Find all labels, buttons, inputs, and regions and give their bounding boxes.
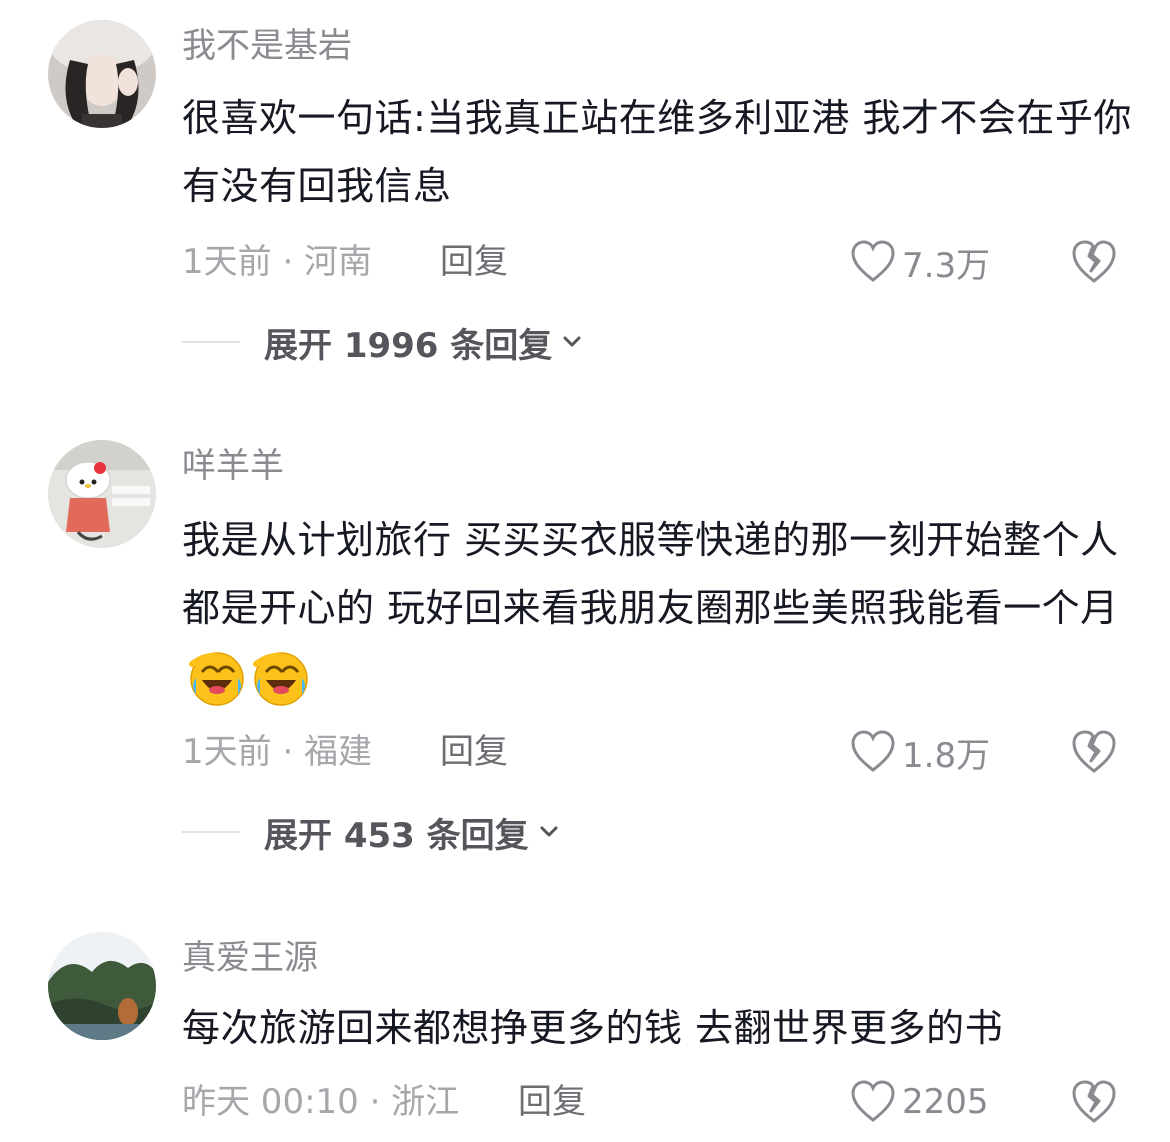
- dislike-button[interactable]: [1070, 238, 1118, 286]
- comment-text: 很喜欢一句话:当我真正站在维多利亚港 我才不会在乎你有没有回我信息: [182, 96, 1132, 208]
- comment-meta: 1天前 · 河南: [182, 242, 373, 282]
- like-count: 7.3万: [902, 245, 991, 286]
- heart-icon: [851, 240, 895, 282]
- avatar[interactable]: [48, 440, 156, 548]
- laugh-cry-emoji: [252, 650, 310, 708]
- like-count: 1.8万: [902, 735, 991, 776]
- like-button[interactable]: 1.8万: [850, 730, 991, 776]
- username[interactable]: 咩羊羊: [182, 444, 284, 488]
- expand-replies-button[interactable]: 展开 1996 条回复: [182, 320, 584, 366]
- divider-line: [182, 831, 240, 833]
- reply-button[interactable]: 回复: [440, 730, 508, 774]
- reply-button[interactable]: 回复: [440, 240, 508, 284]
- like-button[interactable]: 7.3万: [850, 240, 991, 286]
- expand-replies-label: 展开 453 条回复: [264, 815, 529, 856]
- laugh-cry-emoji: [188, 650, 246, 708]
- chevron-down-icon: [540, 826, 558, 837]
- heart-icon: [851, 730, 895, 772]
- comment-text: 每次旅游回来都想挣更多的钱 去翻世界更多的书: [182, 1006, 1004, 1050]
- comment-text: 我是从计划旅行 买买买衣服等快递的那一刻开始整个人都是开心的 玩好回来看我朋友圈…: [182, 506, 1132, 710]
- divider-line: [182, 341, 240, 343]
- reply-button[interactable]: 回复: [518, 1080, 586, 1124]
- avatar[interactable]: [48, 932, 156, 1040]
- username[interactable]: 我不是基岩: [182, 24, 352, 68]
- dislike-button[interactable]: [1070, 728, 1118, 776]
- username[interactable]: 真爱王源: [182, 936, 318, 980]
- comment-meta: 昨天 00:10 · 浙江: [182, 1082, 460, 1122]
- dislike-button[interactable]: [1070, 1078, 1118, 1126]
- avatar[interactable]: [48, 20, 156, 128]
- broken-heart-icon: [1072, 730, 1116, 773]
- comment-text-body: 我是从计划旅行 买买买衣服等快递的那一刻开始整个人都是开心的 玩好回来看我朋友圈…: [182, 518, 1119, 630]
- comment-meta: 1天前 · 福建: [182, 732, 373, 772]
- like-count: 2205: [902, 1082, 989, 1122]
- broken-heart-icon: [1072, 1080, 1116, 1123]
- broken-heart-icon: [1072, 240, 1116, 283]
- expand-replies-button[interactable]: 展开 453 条回复: [182, 810, 561, 856]
- like-button[interactable]: 2205: [850, 1080, 989, 1124]
- expand-replies-label: 展开 1996 条回复: [264, 325, 553, 366]
- heart-icon: [851, 1080, 895, 1122]
- chevron-down-icon: [563, 336, 581, 347]
